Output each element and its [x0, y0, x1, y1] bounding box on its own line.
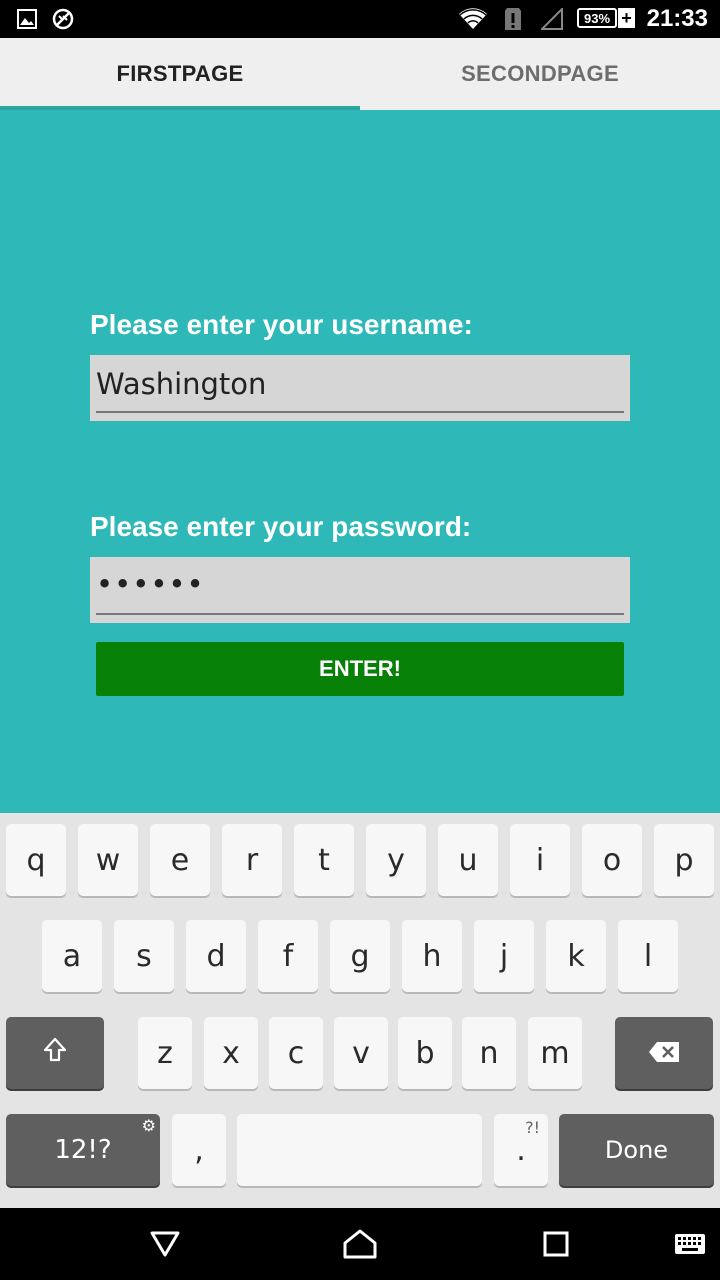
symbols-label: 12!? — [54, 1135, 112, 1165]
gallery-icon — [16, 7, 38, 31]
shift-key[interactable] — [6, 1017, 104, 1089]
enter-button[interactable]: ENTER! — [96, 642, 624, 696]
charging-indicator: + — [618, 8, 635, 28]
username-value: Washington — [96, 367, 267, 401]
tab-label: SECONDPAGE — [461, 61, 619, 86]
key-q[interactable]: q — [6, 824, 66, 896]
back-icon[interactable] — [143, 1222, 187, 1266]
key-g[interactable]: g — [330, 920, 390, 992]
home-icon[interactable] — [338, 1222, 382, 1266]
field-underline — [96, 613, 624, 615]
password-value: •••••• — [96, 567, 205, 601]
field-underline — [96, 411, 624, 413]
soft-keyboard: q w e r t y u i o p a s d f g h j k l z … — [0, 813, 720, 1208]
comma-key[interactable]: , — [172, 1114, 226, 1186]
sync-disabled-icon — [50, 7, 76, 31]
key-t[interactable]: t — [294, 824, 354, 896]
key-j[interactable]: j — [474, 920, 534, 992]
key-p[interactable]: p — [654, 824, 714, 896]
username-field[interactable]: Washington — [90, 355, 630, 421]
recents-icon[interactable] — [534, 1222, 578, 1266]
key-a[interactable]: a — [42, 920, 102, 992]
password-label: Please enter your password: — [90, 511, 472, 542]
tab-indicator — [0, 106, 360, 110]
period-label: . — [516, 1132, 526, 1168]
signal-icon — [540, 7, 564, 31]
key-c[interactable]: c — [269, 1017, 323, 1089]
space-key[interactable] — [237, 1114, 482, 1186]
key-o[interactable]: o — [582, 824, 642, 896]
key-b[interactable]: b — [398, 1017, 452, 1089]
key-m[interactable]: m — [528, 1017, 582, 1089]
status-bar: 93% + 21:33 — [0, 0, 720, 38]
key-d[interactable]: d — [186, 920, 246, 992]
key-x[interactable]: x — [204, 1017, 258, 1089]
wifi-icon — [456, 7, 490, 31]
key-l[interactable]: l — [618, 920, 678, 992]
symbols-key[interactable]: 12!? ⚙ — [6, 1114, 160, 1186]
key-u[interactable]: u — [438, 824, 498, 896]
period-hint: ?! — [525, 1118, 540, 1137]
key-s[interactable]: s — [114, 920, 174, 992]
key-r[interactable]: r — [222, 824, 282, 896]
keyboard-switch-icon[interactable] — [672, 1222, 708, 1266]
key-z[interactable]: z — [138, 1017, 192, 1089]
username-label: Please enter your username: — [90, 309, 473, 340]
key-k[interactable]: k — [546, 920, 606, 992]
period-key[interactable]: . ?! — [494, 1114, 548, 1186]
backspace-icon — [648, 1036, 680, 1071]
tab-label: FIRSTPAGE — [116, 61, 244, 86]
key-i[interactable]: i — [510, 824, 570, 896]
key-y[interactable]: y — [366, 824, 426, 896]
key-h[interactable]: h — [402, 920, 462, 992]
key-w[interactable]: w — [78, 824, 138, 896]
battery-icon: 93% — [577, 8, 617, 28]
navigation-bar — [0, 1208, 720, 1280]
key-n[interactable]: n — [462, 1017, 516, 1089]
gear-icon: ⚙ — [141, 1116, 156, 1135]
key-f[interactable]: f — [258, 920, 318, 992]
password-field[interactable]: •••••• — [90, 557, 630, 623]
tab-secondpage[interactable]: SECONDPAGE — [360, 38, 720, 110]
tab-bar: FIRSTPAGE SECONDPAGE — [0, 38, 720, 110]
shift-icon — [43, 1036, 67, 1071]
clock: 21:33 — [646, 5, 708, 32]
backspace-key[interactable] — [615, 1017, 713, 1089]
key-e[interactable]: e — [150, 824, 210, 896]
done-key[interactable]: Done — [559, 1114, 714, 1186]
alert-icon — [503, 7, 523, 31]
key-v[interactable]: v — [334, 1017, 388, 1089]
tab-firstpage[interactable]: FIRSTPAGE — [0, 38, 360, 110]
